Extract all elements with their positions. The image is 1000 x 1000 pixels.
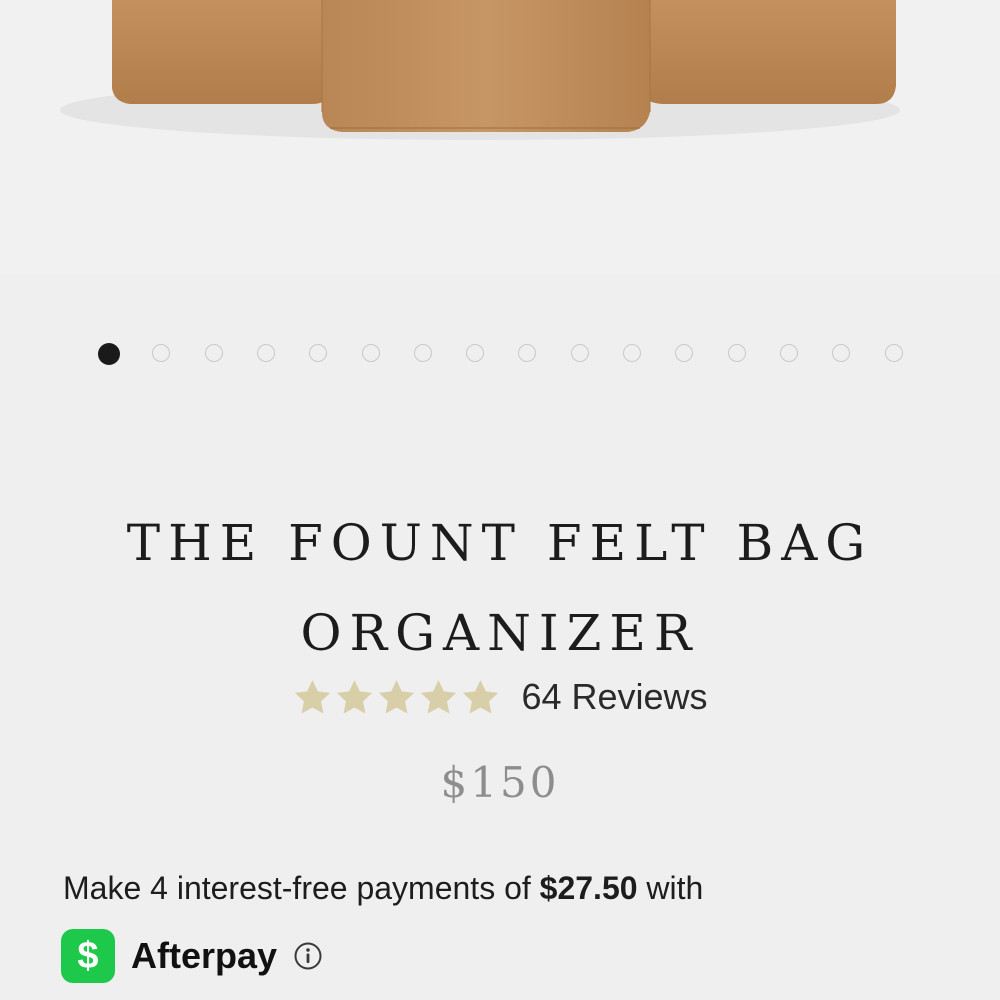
carousel-pagination <box>0 342 1000 368</box>
product-title-line-1: THE FOUNT FELT BAG <box>126 514 874 572</box>
star-icon <box>421 679 457 714</box>
star-icon <box>337 679 373 714</box>
carousel-dot[interactable] <box>570 344 589 362</box>
carousel-dot[interactable] <box>884 344 903 362</box>
cash-app-icon: $ <box>61 929 115 983</box>
afterpay-label: Afterpay <box>131 935 278 976</box>
carousel-dot[interactable] <box>832 344 851 362</box>
star-rating <box>292 677 501 718</box>
info-icon[interactable] <box>293 941 323 971</box>
afterpay-text-after: with <box>637 870 704 906</box>
carousel-dot[interactable] <box>518 344 537 362</box>
product-rating[interactable]: 64 Reviews <box>0 676 1000 718</box>
carousel-dot[interactable] <box>466 344 485 362</box>
carousel-dot[interactable] <box>152 344 171 362</box>
product-title: THE FOUNT FELT BAG ORGANIZER <box>0 498 1000 678</box>
product-price: $150 <box>440 758 560 807</box>
carousel-dot[interactable] <box>256 344 275 362</box>
carousel-dot[interactable] <box>779 344 798 362</box>
reviews-link[interactable]: 64 Reviews <box>521 676 707 718</box>
felt-organizer-photo <box>60 0 900 140</box>
product-title-line-2: ORGANIZER <box>300 604 700 662</box>
carousel-dot[interactable] <box>413 344 432 362</box>
product-image[interactable] <box>0 0 1000 275</box>
carousel-dot[interactable] <box>361 344 380 362</box>
star-icon <box>295 679 331 714</box>
afterpay-brand: $ Afterpay <box>61 928 323 984</box>
star-icon <box>379 679 415 714</box>
afterpay-message: Make 4 interest-free payments of $27.50 … <box>63 870 963 907</box>
star-icon <box>463 679 499 714</box>
carousel-dot[interactable] <box>309 344 328 362</box>
afterpay-installment-amount: $27.50 <box>539 870 638 906</box>
carousel-dot[interactable] <box>727 344 746 362</box>
carousel-dot[interactable] <box>623 344 641 362</box>
carousel-dot[interactable] <box>98 343 120 365</box>
afterpay-text-before: Make 4 interest-free payments of <box>63 870 540 906</box>
carousel-dot[interactable] <box>675 344 694 362</box>
carousel-dot[interactable] <box>204 344 223 362</box>
